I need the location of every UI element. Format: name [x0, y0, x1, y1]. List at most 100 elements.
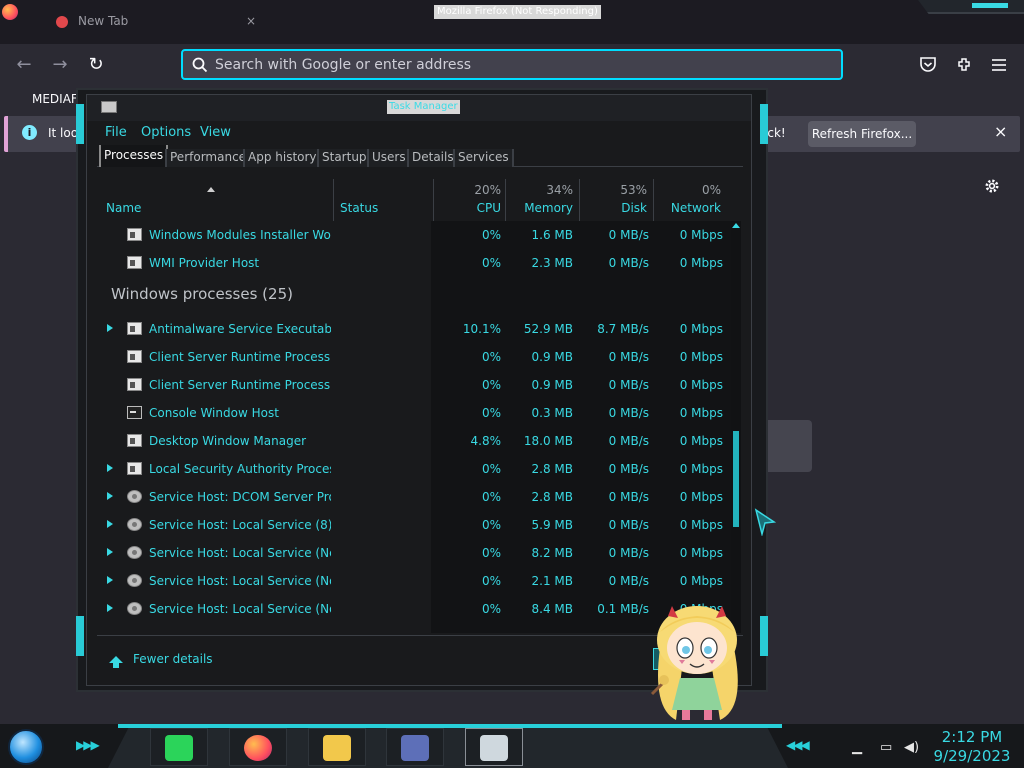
process-list-scrollbar[interactable]	[731, 221, 741, 633]
disk-value: 0 MB/s	[608, 378, 649, 392]
volume-icon[interactable]: ◀)	[904, 740, 919, 755]
network-percent: 0%	[701, 183, 721, 197]
network-value: 0 Mbps	[679, 462, 723, 476]
process-window-icon	[127, 228, 142, 241]
notification-close-icon[interactable]: ×	[994, 122, 1007, 141]
taskbar-clock[interactable]: 2:12 PM 9/29/2023	[932, 728, 1012, 766]
menu-file[interactable]: File	[105, 125, 127, 140]
table-row[interactable]: Windows Modules Installer Wor... 0% 1.6 MB…	[97, 221, 733, 249]
network-value: 0 Mbps	[679, 228, 723, 242]
taskbar-firefox[interactable]	[229, 728, 287, 766]
cpu-value: 0%	[481, 462, 501, 476]
search-input[interactable]	[215, 54, 815, 76]
expand-arrow-icon[interactable]	[107, 464, 113, 472]
network-value: 0 Mbps	[679, 378, 723, 392]
menu-view[interactable]: View	[200, 125, 231, 140]
expand-arrow-icon[interactable]	[107, 548, 113, 556]
process-name: Service Host: Local Service (No l...	[149, 574, 331, 588]
tab-services[interactable]: Services	[453, 149, 514, 167]
expand-arrow-icon[interactable]	[107, 520, 113, 528]
pocket-icon[interactable]	[918, 56, 938, 74]
taskbar-decoration-icon: ▶▶▶	[76, 738, 100, 752]
fewer-details-link[interactable]: Fewer details	[133, 652, 213, 666]
tab-performance[interactable]: Performance	[165, 149, 252, 167]
column-status[interactable]: Status	[340, 201, 378, 215]
clock-time: 2:12 PM	[941, 728, 1003, 746]
table-row[interactable]: Service Host: Local Service (Net... 0% 8.2…	[97, 539, 733, 567]
process-window-icon	[127, 256, 142, 269]
tab-app-history[interactable]: App history	[243, 149, 322, 167]
table-row[interactable]: Service Host: Local Service (8) 0% 5.9 MB 0…	[97, 511, 733, 539]
gear-icon[interactable]	[982, 176, 1002, 196]
table-row[interactable]: Service Host: DCOM Server Proc... 0% 2.8 M…	[97, 483, 733, 511]
tab-close-icon[interactable]: ×	[246, 14, 256, 28]
table-row[interactable]: Client Server Runtime Process 0% 0.9 MB 0 M…	[97, 343, 733, 371]
column-disk[interactable]: Disk	[621, 201, 647, 215]
table-row[interactable]: Client Server Runtime Process 0% 0.9 MB 0 M…	[97, 371, 733, 399]
column-cpu[interactable]: CPU	[477, 201, 501, 215]
cpu-value: 0%	[481, 350, 501, 364]
table-row[interactable]: Service Host: Local Service (No l... 0% 2.…	[97, 567, 733, 595]
expand-arrow-icon[interactable]	[107, 576, 113, 584]
expand-arrow-icon[interactable]	[107, 604, 113, 612]
process-table-header: Name Status 20% CPU 34% Memory 53% Disk …	[97, 179, 743, 221]
sort-arrow-icon[interactable]	[207, 187, 215, 192]
process-name: Local Security Authority Process	[149, 462, 331, 476]
table-row[interactable]: Desktop Window Manager 4.8% 18.0 MB 0 MB/s 0…	[97, 427, 733, 455]
memory-percent: 34%	[546, 183, 573, 197]
expand-arrow-icon[interactable]	[107, 492, 113, 500]
network-value: 0 Mbps	[679, 518, 723, 532]
memory-value: 2.8 MB	[531, 490, 573, 504]
tab-processes[interactable]: Processes	[99, 145, 169, 167]
scroll-up-icon[interactable]	[732, 223, 740, 228]
task-manager-titlebar[interactable]: Task Manager	[87, 95, 751, 121]
expand-arrow-icon[interactable]	[107, 324, 113, 332]
back-button[interactable]: ←	[11, 52, 37, 78]
refresh-firefox-button[interactable]: Refresh Firefox...	[808, 121, 916, 147]
memory-value: 5.9 MB	[531, 518, 573, 532]
cpu-value: 4.8%	[470, 434, 502, 448]
browser-tab[interactable]: New Tab ×	[46, 10, 268, 40]
tab-details[interactable]: Details	[407, 149, 459, 167]
memory-value: 2.3 MB	[531, 256, 573, 270]
cpu-value: 0%	[481, 228, 501, 242]
taskbar-file-explorer[interactable]	[308, 728, 366, 766]
firefox-logo-icon[interactable]	[2, 4, 18, 20]
table-row[interactable]: Antimalware Service Executable 10.1% 52.9 …	[97, 315, 733, 343]
tab-users[interactable]: Users	[367, 149, 411, 167]
task-manager-icon	[480, 735, 508, 761]
network-value: 0 Mbps	[679, 256, 723, 270]
taskbar-task-manager[interactable]	[465, 728, 523, 766]
service-gear-icon	[127, 546, 142, 559]
table-row[interactable]: Service Host: Local Service (No ... 0% 8.4…	[97, 595, 733, 623]
start-button[interactable]	[8, 729, 44, 765]
menu-options[interactable]: Options	[141, 125, 191, 140]
reload-button[interactable]: ↻	[83, 52, 109, 78]
menu-icon[interactable]	[990, 56, 1008, 74]
service-gear-icon	[127, 490, 142, 503]
disk-value: 0 MB/s	[608, 574, 649, 588]
tab-startup[interactable]: Startup	[317, 149, 372, 167]
disk-value: 0 MB/s	[608, 490, 649, 504]
table-row[interactable]: WMI Provider Host 0% 2.3 MB 0 MB/s 0 Mbps	[97, 249, 733, 277]
cpu-value: 0%	[481, 546, 501, 560]
taskbar-notes-app[interactable]	[150, 728, 208, 766]
table-row[interactable]: Console Window Host 0% 0.3 MB 0 MB/s 0 Mbps	[97, 399, 733, 427]
memory-value: 8.4 MB	[531, 602, 573, 616]
forward-button[interactable]: →	[47, 52, 73, 78]
menu-bar: File Options View	[97, 123, 743, 143]
extensions-icon[interactable]	[955, 55, 975, 75]
tray-overflow-icon[interactable]: ▁	[852, 740, 862, 755]
taskbar-control-panel[interactable]	[386, 728, 444, 766]
url-bar[interactable]	[181, 49, 843, 80]
network-icon[interactable]: ▭	[880, 740, 892, 755]
column-memory[interactable]: Memory	[524, 201, 573, 215]
tab-favicon-icon	[56, 16, 68, 28]
mouse-cursor-icon	[754, 508, 776, 536]
column-name[interactable]: Name	[106, 201, 141, 215]
scrollbar-thumb[interactable]	[733, 431, 739, 527]
fewer-details-arrow-icon[interactable]	[109, 656, 123, 668]
disk-percent: 53%	[620, 183, 647, 197]
table-row[interactable]: Local Security Authority Process 0% 2.8 MB…	[97, 455, 733, 483]
column-network[interactable]: Network	[671, 201, 721, 215]
